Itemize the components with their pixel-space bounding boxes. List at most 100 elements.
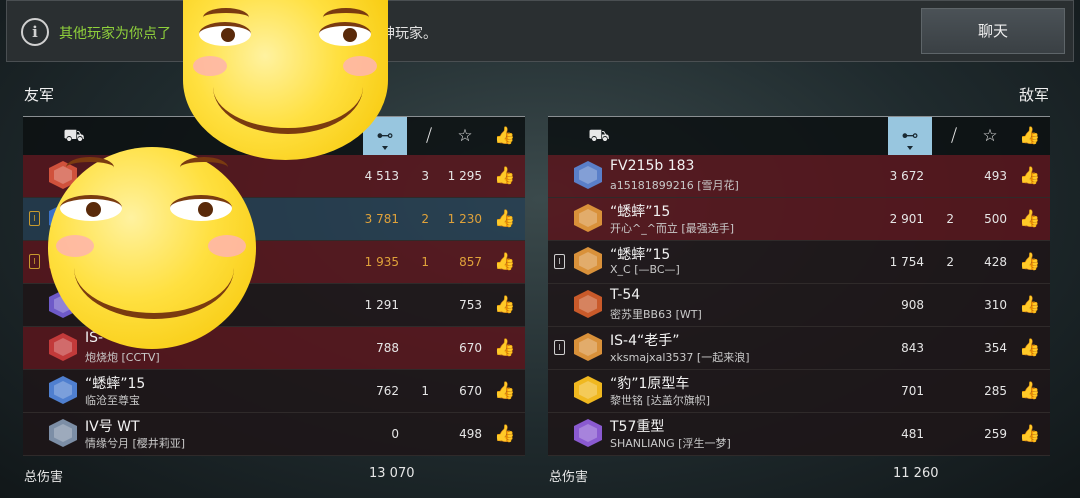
tank-name: “蟋蟀”15: [610, 247, 671, 263]
player-name: 开心^_^而立 [最强选手]: [610, 222, 735, 235]
kills-value: 1: [421, 384, 429, 398]
tank-name: T-54: [610, 287, 641, 303]
kills-value: [938, 284, 954, 326]
xp-value: 285: [984, 384, 1007, 398]
tank-class-icon: [574, 161, 602, 189]
player-name: a15181899216 [雪月花]: [610, 179, 739, 192]
xp-value: 310: [984, 298, 1007, 312]
like-button[interactable]: 👍: [490, 198, 520, 240]
enemies-title: 敌军: [1018, 86, 1049, 104]
kills-value: [413, 327, 429, 369]
chat-button[interactable]: 聊天: [921, 8, 1065, 54]
kills-value: 1: [421, 255, 429, 269]
enemies-total-damage: 11 260: [893, 466, 939, 481]
player-row: FV215b 183 a15181899216 [雪月花] 3 672 493 👍: [548, 155, 1050, 198]
star-column-icon[interactable]: ☆: [968, 117, 1012, 155]
xp-value: 1 295: [447, 169, 482, 183]
xp-value: 670: [459, 384, 482, 398]
xp-value: 493: [984, 169, 1007, 183]
kills-value: 2: [946, 212, 954, 226]
tank-name: T57重型: [610, 419, 665, 435]
tank-class-icon: [49, 333, 77, 361]
damage-value: 701: [901, 384, 924, 398]
kills-value: [938, 155, 954, 197]
tank-class-icon: [49, 419, 77, 447]
damage-value: 908: [901, 298, 924, 312]
player-name: X_C [—BC—]: [610, 263, 680, 276]
like-button[interactable]: 👍: [490, 155, 520, 197]
like-button[interactable]: 👍: [490, 241, 520, 283]
xp-value: 498: [459, 427, 482, 441]
thumbs-up-column-icon[interactable]: 👍: [1008, 117, 1052, 155]
tank-name: IS-4“老手”: [610, 333, 680, 349]
damage-column-icon[interactable]: ⊷: [888, 117, 932, 155]
like-button[interactable]: 👍: [490, 284, 520, 326]
player-name: xksmajxal3537 [一起来浪]: [610, 351, 750, 364]
like-button[interactable]: 👍: [1015, 284, 1045, 326]
tank-column-icon[interactable]: ⛟: [52, 117, 96, 155]
enemies-table: ⛟ ⊷ ⧸ ☆ 👍 FV215b 183 a15181899216 [雪月花] 3 672 49…: [548, 116, 1050, 456]
xp-value: 354: [984, 341, 1007, 355]
tank-column-icon[interactable]: ⛟: [577, 117, 621, 155]
damage-value: 1 754: [889, 255, 924, 269]
damage-value: 3 672: [889, 169, 924, 183]
xp-value: 428: [984, 255, 1007, 269]
xp-value: 753: [459, 298, 482, 312]
like-button[interactable]: 👍: [1015, 241, 1045, 283]
xp-value: 670: [459, 341, 482, 355]
kills-value: [413, 413, 429, 455]
player-name: 密苏里BB63 [WT]: [610, 308, 702, 321]
player-name: 黎世铭 [达盖尔旗帜]: [610, 394, 711, 407]
player-row: IV号 WT 情缘兮月 [樱井莉亚] 0 498 👍: [23, 413, 525, 456]
like-button[interactable]: 👍: [490, 370, 520, 412]
xp-value: 1 230: [447, 212, 482, 226]
like-button[interactable]: 👍: [1015, 155, 1045, 197]
tank-name: “蟋蟀”15: [610, 204, 671, 220]
info-icon: i: [21, 18, 49, 46]
tank-class-icon: [574, 290, 602, 318]
player-row: I “蟋蟀”15 X_C [—BC—] 1 754 2 428 👍: [548, 241, 1050, 284]
like-button[interactable]: 👍: [490, 413, 520, 455]
damage-value: 843: [901, 341, 924, 355]
player-row: “豹”1原型车黎世铭 [达盖尔旗帜] 701 285 👍: [548, 370, 1050, 413]
xp-value: 500: [984, 212, 1007, 226]
allies-total-label: 总伤害: [24, 470, 64, 485]
tank-name: “豹”1原型车: [610, 376, 690, 392]
emoji-sticker-bottom: [48, 147, 256, 349]
player-name: 炮烧炮 [CCTV]: [85, 351, 160, 364]
kills-value: [938, 327, 954, 369]
platoon-badge-icon: I: [29, 211, 40, 226]
platoon-badge-icon: I: [554, 254, 565, 269]
tank-class-icon: [574, 419, 602, 447]
tank-name: “蟋蟀”15: [85, 376, 146, 392]
notification-bar: i 其他玩家为你点了 大神玩家。 聊天: [6, 0, 1074, 62]
xp-value: 259: [984, 427, 1007, 441]
kills-value: [938, 413, 954, 455]
player-row: “蟋蟀”15 开心^_^而立 [最强选手] 2 901 2 500 👍: [548, 198, 1050, 241]
tank-class-icon: [49, 376, 77, 404]
like-button[interactable]: 👍: [1015, 198, 1045, 240]
player-name: 临沧至尊宝: [85, 394, 140, 407]
damage-value: 762: [376, 384, 399, 398]
kills-value: 2: [946, 255, 954, 269]
tank-class-icon: [574, 204, 602, 232]
enemies-total-label: 总伤害: [549, 470, 589, 485]
like-button[interactable]: 👍: [1015, 327, 1045, 369]
like-button[interactable]: 👍: [1015, 370, 1045, 412]
like-button[interactable]: 👍: [490, 327, 520, 369]
damage-value: 0: [391, 427, 399, 441]
thumbs-up-column-icon[interactable]: 👍: [483, 117, 527, 155]
damage-value: 3 781: [364, 212, 399, 226]
player-row: T-54 密苏里BB63 [WT] 908 310 👍: [548, 284, 1050, 327]
like-button[interactable]: 👍: [1015, 413, 1045, 455]
right-table-header: ⛟ ⊷ ⧸ ☆ 👍: [548, 116, 1050, 155]
player-name: SHANLIANG [浮生一梦]: [610, 437, 731, 450]
allies-total-damage: 13 070: [369, 466, 415, 481]
player-row: “蟋蟀”15 临沧至尊宝 762 1 670 👍: [23, 370, 525, 413]
tank-class-icon: [574, 247, 602, 275]
damage-value: 481: [901, 427, 924, 441]
kills-value: [938, 370, 954, 412]
kills-value: 3: [421, 169, 429, 183]
platoon-badge-icon: I: [29, 254, 40, 269]
star-column-icon[interactable]: ☆: [443, 117, 487, 155]
